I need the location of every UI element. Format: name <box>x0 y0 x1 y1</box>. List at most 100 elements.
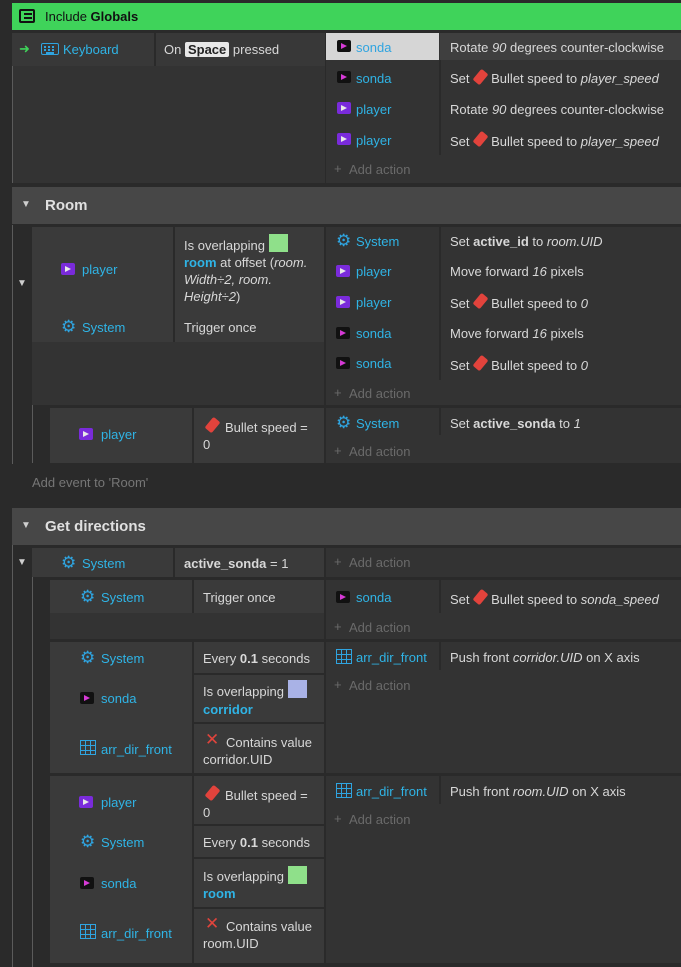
include-globals-bar[interactable]: Include Globals <box>12 3 681 30</box>
action-text[interactable]: Set Bullet speed to 0 <box>450 358 588 374</box>
action-text[interactable]: Push front room.UID on X axis <box>450 784 626 800</box>
array-grid-icon <box>336 783 352 798</box>
sonda-icon <box>336 591 350 603</box>
system-gear-icon: ⚙ <box>336 231 352 250</box>
arrow-right-icon: ➜ <box>19 41 30 56</box>
condition-overlap-target: corridor <box>203 702 253 717</box>
sonda-icon <box>336 327 350 339</box>
system-gear-icon: ⚙ <box>336 413 352 432</box>
player-icon <box>337 102 351 114</box>
condition-contains-value-arg: corridor.UID <box>203 752 273 767</box>
condition-object-system[interactable]: System <box>82 320 125 336</box>
add-action-button[interactable]: Add action <box>349 620 410 636</box>
condition-every-seconds[interactable]: Every 0.1 seconds <box>203 651 310 667</box>
condition-is-overlapping[interactable]: Is overlapping <box>203 684 284 700</box>
include-list-icon <box>19 9 35 23</box>
add-action-button[interactable]: Add action <box>349 678 410 694</box>
condition-contains-value[interactable]: Contains value <box>226 919 312 935</box>
condition-object-player[interactable]: player <box>101 795 136 811</box>
action-object[interactable]: sonda <box>356 590 391 606</box>
player-icon <box>79 428 93 440</box>
action-object[interactable]: player <box>356 264 391 280</box>
array-grid-icon <box>80 924 96 939</box>
key-badge-space: Space <box>184 42 230 57</box>
condition-object-player[interactable]: player <box>101 427 136 443</box>
action-text[interactable]: Set active_sonda to 1 <box>450 416 581 432</box>
condition-object-keyboard[interactable]: Keyboard <box>63 42 119 58</box>
player-icon <box>336 296 350 308</box>
sonda-icon <box>337 40 351 52</box>
condition-object-system[interactable]: System <box>82 556 125 572</box>
condition-bullet-speed[interactable]: Bullet speed = <box>225 420 308 436</box>
condition-object-array[interactable]: arr_dir_front <box>101 742 172 758</box>
condition-on-key-pressed[interactable]: On Space pressed <box>164 42 279 58</box>
action-text[interactable]: Move forward 16 pixels <box>450 326 584 342</box>
condition-object-player[interactable]: player <box>82 262 117 278</box>
add-action-plus-icon: + <box>334 161 342 176</box>
condition-is-overlapping[interactable]: Is overlapping <box>203 869 284 885</box>
group-get-directions-header[interactable]: ▼ Get directions <box>12 508 681 545</box>
action-text[interactable]: Set active_id to room.UID <box>450 234 603 250</box>
add-action-plus-icon: + <box>334 811 342 826</box>
condition-overlap-line3: Width÷2, room. <box>184 272 272 287</box>
sonda-icon <box>337 71 351 83</box>
array-grid-icon <box>80 740 96 755</box>
condition-object-system[interactable]: System <box>101 835 144 851</box>
add-action-button[interactable]: Add action <box>349 162 410 178</box>
keyboard-icon <box>41 43 59 55</box>
add-action-plus-icon: + <box>334 677 342 692</box>
condition-is-overlapping-label[interactable]: Is overlapping <box>184 238 265 254</box>
action-text[interactable]: Rotate 90 degrees counter-clockwise <box>450 102 664 118</box>
action-text[interactable]: Set Bullet speed to 0 <box>450 296 588 312</box>
condition-object-array[interactable]: arr_dir_front <box>101 926 172 942</box>
action-object[interactable]: arr_dir_front <box>356 650 427 666</box>
condition-overlap-line2[interactable]: room at offset (room. <box>184 255 307 271</box>
system-gear-icon: ⚙ <box>80 587 96 606</box>
corridor-color-swatch <box>288 680 307 698</box>
condition-contains-value[interactable]: Contains value <box>226 735 312 751</box>
add-action-button[interactable]: Add action <box>349 386 410 402</box>
condition-object-system[interactable]: System <box>101 651 144 667</box>
action-object[interactable]: sonda <box>356 356 391 372</box>
add-action-button[interactable]: Add action <box>349 555 410 571</box>
action-object[interactable]: System <box>356 234 399 250</box>
action-object[interactable]: sonda <box>356 40 391 56</box>
add-action-button[interactable]: Add action <box>349 812 410 828</box>
collapse-triangle-icon[interactable]: ▼ <box>21 199 31 210</box>
condition-object-sonda[interactable]: sonda <box>101 691 136 707</box>
condition-trigger-once[interactable]: Trigger once <box>203 590 276 606</box>
condition-bullet-speed-value: 0 <box>203 437 211 452</box>
add-action-button[interactable]: Add action <box>349 444 410 460</box>
player-icon <box>79 796 93 808</box>
condition-trigger-once[interactable]: Trigger once <box>184 320 257 336</box>
condition-overlap-target: room <box>203 886 236 901</box>
invert-x-icon: ✕ <box>205 730 220 749</box>
collapse-triangle-icon[interactable]: ▼ <box>17 557 27 568</box>
condition-object-sonda[interactable]: sonda <box>101 876 136 892</box>
action-object[interactable]: player <box>356 295 391 311</box>
condition-object-system[interactable]: System <box>101 590 144 606</box>
action-object[interactable]: sonda <box>356 71 391 87</box>
add-action-plus-icon: + <box>334 619 342 634</box>
action-object[interactable]: player <box>356 133 391 149</box>
invert-x-icon: ✕ <box>205 914 220 933</box>
room-color-swatch <box>288 866 307 884</box>
collapse-triangle-icon[interactable]: ▼ <box>17 278 27 289</box>
action-object[interactable]: arr_dir_front <box>356 784 427 800</box>
condition-every-seconds[interactable]: Every 0.1 seconds <box>203 835 310 851</box>
add-event-to-room[interactable]: Add event to 'Room' <box>32 475 148 491</box>
action-text[interactable]: Move forward 16 pixels <box>450 264 584 280</box>
collapse-triangle-icon[interactable]: ▼ <box>21 520 31 531</box>
condition-bullet-speed-value: 0 <box>203 805 211 820</box>
add-action-plus-icon: + <box>334 554 342 569</box>
action-object[interactable]: System <box>356 416 399 432</box>
condition-compare-variable[interactable]: active_sonda = 1 <box>184 556 288 572</box>
sonda-icon <box>80 877 94 889</box>
action-text[interactable]: Rotate 90 degrees counter-clockwise <box>450 40 664 56</box>
action-object[interactable]: sonda <box>356 326 391 342</box>
group-title: Get directions <box>45 518 146 535</box>
action-object[interactable]: player <box>356 102 391 118</box>
group-room-header[interactable]: ▼ Room <box>12 187 681 224</box>
action-text[interactable]: Push front corridor.UID on X axis <box>450 650 640 666</box>
condition-bullet-speed[interactable]: Bullet speed = <box>225 788 308 804</box>
